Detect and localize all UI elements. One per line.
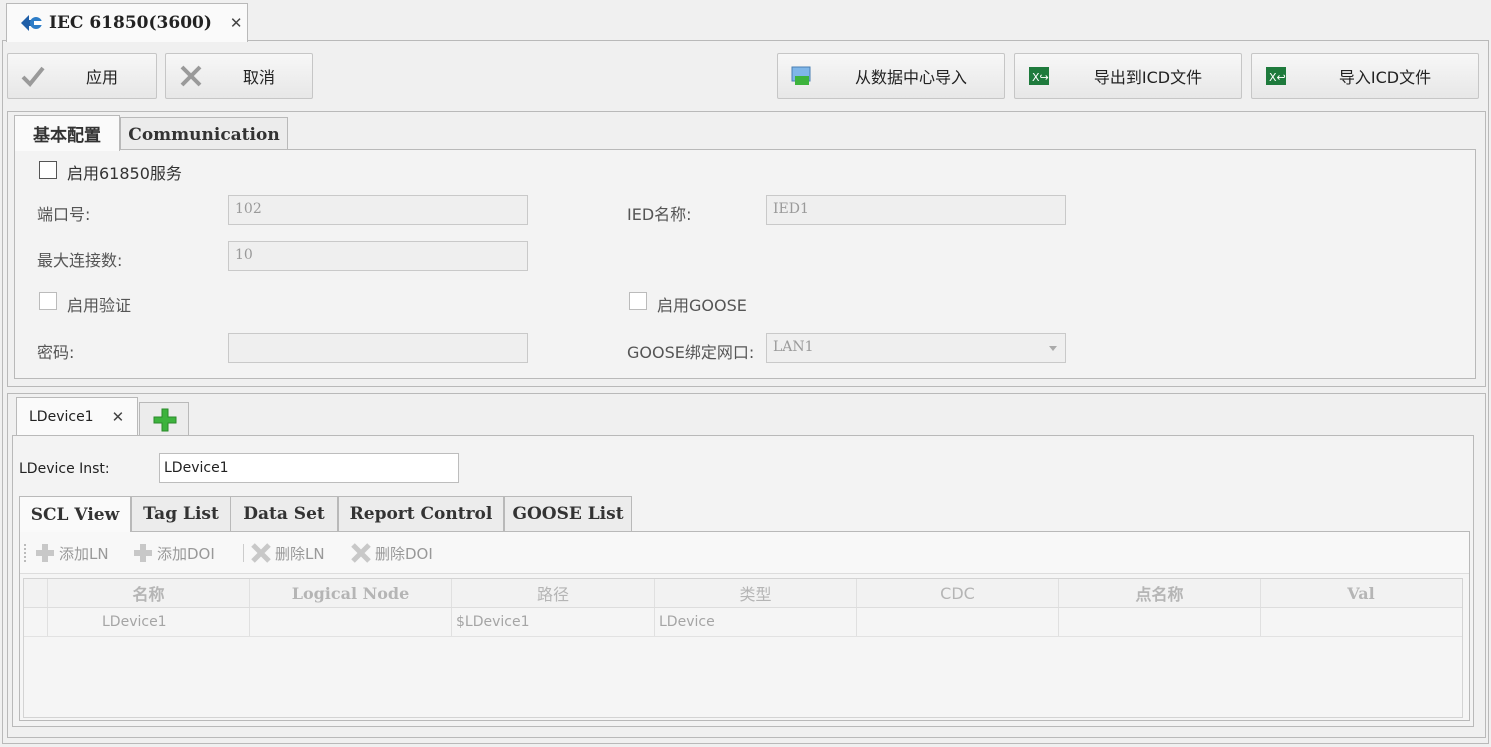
cell-path[interactable]: $LDevice1: [452, 608, 655, 636]
password-label: 密码:: [37, 343, 75, 362]
enable-61850-label: 启用61850服务: [67, 164, 182, 183]
cell-name[interactable]: LDevice1: [48, 608, 250, 636]
goose-interface-value: LAN1: [773, 339, 814, 355]
max-connections-field[interactable]: 10: [228, 241, 528, 271]
toolbar-grip: [24, 544, 27, 562]
max-connections-label: 最大连接数:: [37, 251, 123, 270]
toolbar-separator: [243, 544, 244, 562]
main-panel: 应用 取消 从数据中心导入 X↪ 导出到ICD文件 X↩ 导入ICD文件 基本配…: [2, 40, 1489, 744]
cell-cdc[interactable]: [857, 608, 1059, 636]
ldevice-inst-input[interactable]: LDevice1: [159, 453, 459, 483]
port-label: 端口号:: [37, 205, 91, 224]
close-icon[interactable]: ✕: [230, 14, 243, 32]
delete-doi-label: 删除DOI: [375, 544, 433, 563]
import-icd-label: 导入ICD文件: [1338, 68, 1432, 87]
enable-auth-checkbox[interactable]: [39, 292, 57, 310]
column-header-val[interactable]: Val: [1261, 579, 1461, 607]
enable-auth-label: 启用验证: [67, 296, 132, 315]
close-icon[interactable]: ✕: [112, 408, 125, 426]
add-device-tab-button[interactable]: [139, 402, 189, 435]
cancel-button[interactable]: 取消: [165, 53, 313, 99]
enable-61850-checkbox[interactable]: [39, 161, 57, 179]
cell-type[interactable]: LDevice: [655, 608, 857, 636]
column-header-point-name[interactable]: 点名称: [1059, 579, 1261, 607]
grid-header-indicator: [24, 579, 48, 607]
import-from-datacenter-button[interactable]: 从数据中心导入: [777, 53, 1005, 99]
document-tab-title: IEC 61850(3600): [49, 13, 212, 33]
device-tab-label: LDevice1: [29, 408, 94, 425]
plus-icon: [36, 544, 54, 562]
svg-text:X↪: X↪: [1032, 71, 1049, 84]
delete-ln-button[interactable]: 删除LN: [250, 542, 325, 564]
ldevice-inst-label: LDevice Inst:: [19, 461, 110, 477]
tab-goose-list[interactable]: GOOSE List: [504, 496, 632, 531]
column-header-name[interactable]: 名称: [48, 579, 250, 607]
scl-grid: 名称 Logical Node 路径 类型 CDC 点名称 Val LDevic…: [23, 578, 1463, 718]
apply-label: 应用: [85, 68, 118, 87]
enable-goose-checkbox[interactable]: [629, 292, 647, 310]
cross-icon: [180, 65, 202, 87]
chevron-down-icon: [1049, 346, 1057, 351]
tab-scl-view[interactable]: SCL View: [19, 496, 131, 532]
plus-icon: [153, 408, 177, 432]
column-header-type[interactable]: 类型: [655, 579, 857, 607]
tab-data-set[interactable]: Data Set: [230, 496, 338, 531]
import-icd-button[interactable]: X↩ 导入ICD文件: [1251, 53, 1479, 99]
row-indicator: [24, 608, 48, 636]
delete-icon: [351, 543, 371, 563]
add-doi-label: 添加DOI: [157, 544, 215, 563]
enable-goose-label: 启用GOOSE: [657, 296, 747, 315]
tab-basic-config[interactable]: 基本配置: [14, 115, 120, 151]
column-header-logical-node[interactable]: Logical Node: [250, 579, 452, 607]
datacenter-import-icon: [791, 66, 811, 85]
port-field[interactable]: 102: [228, 195, 528, 225]
excel-import-icon: X↩: [1266, 67, 1286, 85]
app-logo-icon: [21, 15, 42, 31]
password-field[interactable]: [228, 333, 528, 363]
delete-ln-label: 删除LN: [275, 544, 325, 563]
goose-interface-label: GOOSE绑定网口:: [627, 343, 755, 362]
add-ln-label: 添加LN: [59, 544, 109, 563]
excel-export-icon: X↪: [1029, 67, 1049, 85]
cancel-label: 取消: [242, 68, 275, 87]
device-panel: LDevice1 ✕ LDevice Inst: LDevice1 SCL Vi…: [7, 393, 1486, 738]
check-icon: [21, 66, 45, 87]
table-row[interactable]: LDevice1 $LDevice1 LDevice: [24, 608, 1462, 637]
document-tab[interactable]: IEC 61850(3600) ✕: [6, 3, 248, 42]
toolbar: 应用 取消 从数据中心导入 X↪ 导出到ICD文件 X↩ 导入ICD文件: [3, 41, 1488, 109]
delete-icon: [251, 543, 271, 563]
device-body: LDevice Inst: LDevice1 SCL View Tag List…: [12, 435, 1474, 727]
export-icd-button[interactable]: X↪ 导出到ICD文件: [1014, 53, 1242, 99]
svg-text:X↩: X↩: [1269, 71, 1286, 84]
goose-interface-select[interactable]: LAN1: [766, 333, 1066, 363]
column-header-path[interactable]: 路径: [452, 579, 655, 607]
cell-point-name[interactable]: [1059, 608, 1261, 636]
plus-icon: [134, 544, 152, 562]
scl-view-panel: 添加LN 添加DOI 删除LN 删除DOI 名称 Logical Node 路径…: [19, 531, 1470, 721]
tab-communication[interactable]: Communication: [120, 117, 288, 151]
ied-name-label: IED名称:: [627, 205, 692, 224]
tab-tag-list[interactable]: Tag List: [131, 496, 231, 531]
ied-name-field[interactable]: IED1: [766, 195, 1066, 225]
cell-val[interactable]: [1261, 608, 1461, 636]
delete-doi-button[interactable]: 删除DOI: [350, 542, 433, 564]
config-panel: 基本配置 Communication 启用61850服务 端口号: 102 IE…: [7, 111, 1486, 387]
cell-logical-node[interactable]: [250, 608, 452, 636]
import-from-datacenter-label: 从数据中心导入: [854, 68, 967, 87]
tab-report-control[interactable]: Report Control: [338, 496, 504, 531]
add-doi-button[interactable]: 添加DOI: [132, 542, 215, 564]
grid-header: 名称 Logical Node 路径 类型 CDC 点名称 Val: [24, 579, 1462, 608]
column-header-cdc[interactable]: CDC: [857, 579, 1059, 607]
grid-toolbar: 添加LN 添加DOI 删除LN 删除DOI: [20, 532, 1469, 574]
add-ln-button[interactable]: 添加LN: [34, 542, 109, 564]
apply-button[interactable]: 应用: [7, 53, 157, 99]
tab-ldevice1[interactable]: LDevice1 ✕: [16, 397, 138, 435]
export-icd-label: 导出到ICD文件: [1093, 68, 1203, 87]
basic-config-body: 启用61850服务 端口号: 102 IED名称: IED1 最大连接数: 10…: [14, 149, 1476, 379]
